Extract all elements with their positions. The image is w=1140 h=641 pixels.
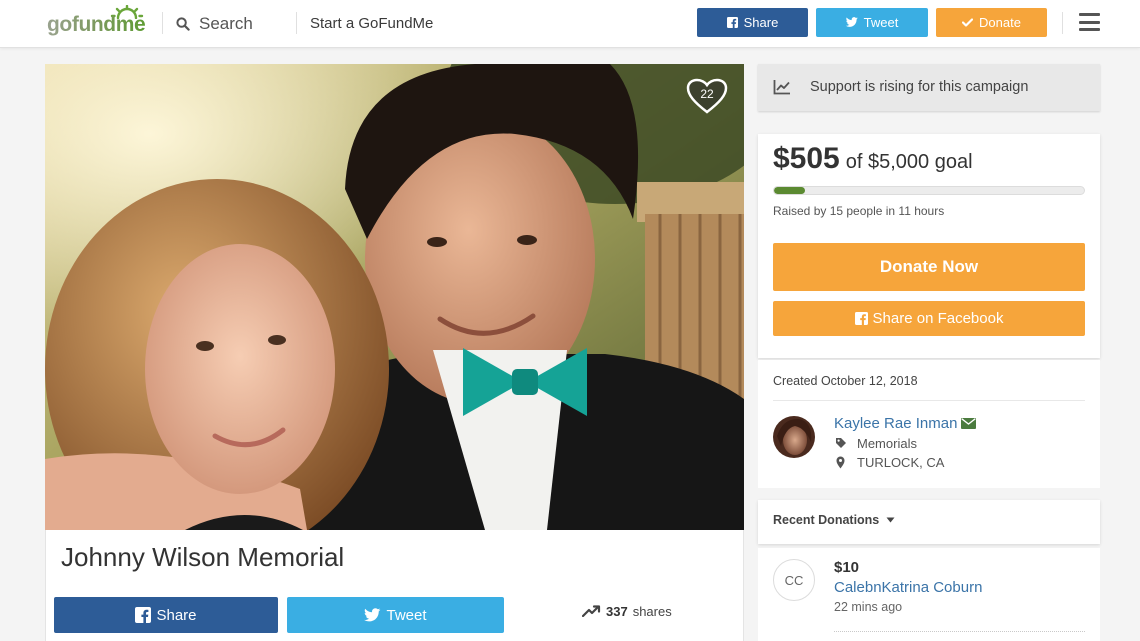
created-date: Created October 12, 2018 xyxy=(773,374,918,388)
header-share-button[interactable]: Share xyxy=(697,8,808,37)
donor-avatar: CC xyxy=(773,559,815,601)
tag-icon xyxy=(834,437,847,449)
category-link[interactable]: Memorials xyxy=(857,436,917,451)
donate-now-button[interactable]: Donate Now xyxy=(773,243,1085,291)
facebook-icon xyxy=(854,312,868,325)
progress-bar xyxy=(773,186,1085,195)
header-divider xyxy=(1062,12,1063,34)
donation-list: CC $10 CalebnKatrina Coburn 22 mins ago xyxy=(758,548,1100,641)
organizer-name-link[interactable]: Kaylee Rae Inman xyxy=(834,415,957,432)
start-gofundme-link[interactable]: Start a GoFundMe xyxy=(310,15,433,32)
heart-button[interactable]: 22 xyxy=(686,78,728,114)
donation-time: 22 mins ago xyxy=(834,600,903,614)
top-navigation-bar: gofundme Search Start a GoFundMe Share T… xyxy=(0,0,1140,48)
twitter-icon xyxy=(364,607,381,623)
logo-wordmark: gofundme xyxy=(47,13,146,36)
tweet-button[interactable]: Tweet xyxy=(287,597,504,633)
trending-arrow-icon xyxy=(582,605,601,617)
shares-count: 337 xyxy=(606,603,628,619)
search-button[interactable]: Search xyxy=(176,12,253,36)
facebook-share-label: Share xyxy=(156,606,197,624)
raised-by-text: Raised by 15 people in 11 hours xyxy=(773,204,945,218)
header-divider xyxy=(162,12,163,34)
header-share-label: Share xyxy=(743,15,779,30)
check-icon xyxy=(962,18,974,27)
raised-summary: $505 of $5,000 goal xyxy=(773,142,973,178)
momentum-banner: Support is rising for this campaign xyxy=(758,64,1100,111)
raised-amount: $505 xyxy=(773,142,840,175)
campaign-photo: 22 xyxy=(45,64,744,530)
momentum-text: Support is rising for this campaign xyxy=(810,79,1029,95)
organizer-avatar xyxy=(773,416,815,458)
location-row: TURLOCK, CA xyxy=(834,454,944,470)
header-donate-button[interactable]: Donate xyxy=(936,8,1047,37)
donation-amount: $10 xyxy=(834,559,860,576)
caret-down-icon xyxy=(886,517,895,523)
organizer-panel: Created October 12, 2018 Kaylee Rae Inma… xyxy=(758,360,1100,488)
header-donate-label: Donate xyxy=(979,15,1021,30)
shares-label: shares xyxy=(632,603,672,619)
hamburger-menu-icon[interactable] xyxy=(1079,13,1100,31)
progress-bar-fill xyxy=(774,187,806,194)
header-tweet-label: Tweet xyxy=(863,15,899,30)
trending-chart-icon xyxy=(773,79,791,95)
goal-text: of $5,000 goal xyxy=(845,151,973,173)
share-on-facebook-label: Share on Facebook xyxy=(872,310,1004,327)
donor-name[interactable]: CalebnKatrina Coburn xyxy=(834,579,982,596)
campaign-title: Johnny Wilson Memorial xyxy=(61,542,345,572)
facebook-icon xyxy=(135,607,152,623)
header-tweet-button[interactable]: Tweet xyxy=(816,8,928,37)
organizer-name-row: Kaylee Rae Inman xyxy=(834,415,977,432)
category-row: Memorials xyxy=(834,435,917,451)
share-on-facebook-button[interactable]: Share on Facebook xyxy=(773,301,1085,336)
map-marker-icon xyxy=(834,456,847,469)
divider xyxy=(834,631,1085,632)
gofundme-logo[interactable]: gofundme xyxy=(47,5,147,37)
campaign-info-card: Johnny Wilson Memorial Share Tweet 337 s… xyxy=(45,530,744,641)
progress-card: $505 of $5,000 goal Raised by 15 people … xyxy=(758,134,1100,358)
recent-donations-dropdown[interactable]: Recent Donations xyxy=(773,513,895,527)
shares-counter: 337 shares xyxy=(582,602,672,620)
divider xyxy=(773,400,1085,401)
recent-donations-heading: Recent Donations xyxy=(773,513,880,527)
page: gofundme Search Start a GoFundMe Share T… xyxy=(0,0,1140,641)
header-divider xyxy=(296,12,297,34)
search-label: Search xyxy=(199,14,253,33)
recent-donations-card: Recent Donations xyxy=(758,500,1100,544)
tweet-label: Tweet xyxy=(386,606,427,624)
facebook-icon xyxy=(726,17,738,28)
envelope-icon[interactable] xyxy=(961,418,977,429)
facebook-share-button[interactable]: Share xyxy=(54,597,278,633)
search-icon xyxy=(176,17,190,31)
twitter-icon xyxy=(845,17,858,28)
location-text: TURLOCK, CA xyxy=(857,454,945,470)
heart-count: 22 xyxy=(700,87,714,101)
